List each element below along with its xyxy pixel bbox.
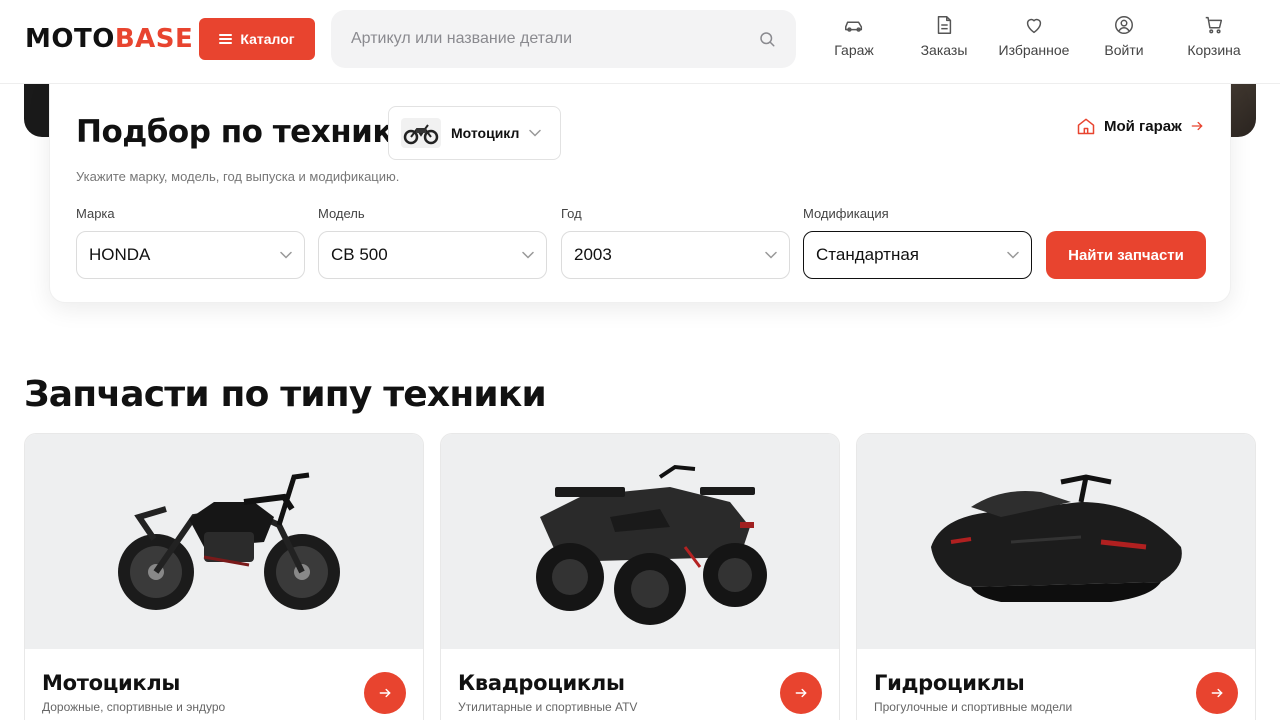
nav-orders-label: Заказы xyxy=(920,42,968,58)
year-value: 2003 xyxy=(574,245,612,264)
motorcycle-image xyxy=(25,434,423,649)
nav-cart-label: Корзина xyxy=(1187,42,1241,58)
nav-favorites[interactable]: Избранное xyxy=(989,14,1079,58)
nav-garage-label: Гараж xyxy=(834,42,874,58)
modification-select[interactable]: Стандартная xyxy=(803,231,1032,279)
vehicle-picker: Подбор по технике Мотоцикл Мой гараж Ука… xyxy=(49,84,1231,303)
chevron-down-icon xyxy=(280,251,292,259)
card-title: Квадроциклы xyxy=(458,671,625,695)
vehicle-type-label: Мотоцикл xyxy=(451,125,520,141)
year-select[interactable]: 2003 xyxy=(561,231,790,279)
arrow-right-icon xyxy=(1191,121,1203,131)
modification-value: Стандартная xyxy=(816,245,920,264)
year-label: Год xyxy=(561,206,582,221)
site-header: MOTOBASE Каталог Гараж Заказы Избранное … xyxy=(0,0,1280,84)
nav-cart[interactable]: Корзина xyxy=(1169,14,1259,58)
my-garage-label: Мой гараж xyxy=(1104,117,1182,135)
menu-icon xyxy=(219,34,233,44)
atv-image xyxy=(441,434,839,649)
nav-favorites-label: Избранное xyxy=(998,42,1070,58)
cart-icon xyxy=(1205,16,1223,34)
search-icon[interactable] xyxy=(758,30,776,48)
brand-select[interactable]: HONDA xyxy=(76,231,305,279)
category-card-jetskis[interactable]: Гидроциклы Прогулочные и спортивные моде… xyxy=(856,433,1256,720)
card-subtitle: Утилитарные и спортивные ATV xyxy=(458,700,638,714)
model-value: CB 500 xyxy=(331,245,388,264)
vehicle-type-select[interactable]: Мотоцикл xyxy=(388,106,561,160)
card-subtitle: Дорожные, спортивные и эндуро xyxy=(42,700,226,714)
nav-login-label: Войти xyxy=(1104,42,1144,58)
heart-icon xyxy=(1026,18,1042,34)
nav-login[interactable]: Войти xyxy=(1079,14,1169,58)
user-icon xyxy=(1115,16,1133,34)
category-card-motorcycles[interactable]: Мотоциклы Дорожные, спортивные и эндуро xyxy=(24,433,424,720)
car-icon xyxy=(845,21,863,32)
logo-moto: MOTO xyxy=(25,24,115,54)
my-garage-link[interactable]: Мой гараж xyxy=(1076,116,1204,136)
brand-value: HONDA xyxy=(89,245,151,264)
chevron-down-icon xyxy=(522,251,534,259)
card-arrow-button[interactable] xyxy=(780,672,822,714)
arrow-right-icon xyxy=(1211,688,1223,698)
jetski-image xyxy=(857,434,1255,649)
arrow-right-icon xyxy=(379,688,391,698)
model-select[interactable]: CB 500 xyxy=(318,231,547,279)
nav-orders[interactable]: Заказы xyxy=(899,14,989,58)
card-subtitle: Прогулочные и спортивные модели xyxy=(874,700,1073,714)
search-bar xyxy=(331,10,796,68)
motorcycle-icon xyxy=(401,118,441,148)
picker-title: Подбор по технике xyxy=(76,114,414,150)
search-input[interactable] xyxy=(351,30,758,48)
document-icon xyxy=(937,16,952,34)
brand-label: Марка xyxy=(76,206,115,221)
catalog-label: Каталог xyxy=(240,31,295,47)
chevron-down-icon xyxy=(529,129,542,137)
model-label: Модель xyxy=(318,206,365,221)
chevron-down-icon xyxy=(765,251,777,259)
card-arrow-button[interactable] xyxy=(364,672,406,714)
card-arrow-button[interactable] xyxy=(1196,672,1238,714)
modification-label: Модификация xyxy=(803,206,889,221)
arrow-right-icon xyxy=(795,688,807,698)
category-card-atvs[interactable]: Квадроциклы Утилитарные и спортивные ATV xyxy=(440,433,840,720)
nav-garage[interactable]: Гараж xyxy=(809,14,899,58)
picker-subtitle: Укажите марку, модель, год выпуска и мод… xyxy=(76,169,400,184)
card-title: Мотоциклы xyxy=(42,671,181,695)
chevron-down-icon xyxy=(1007,251,1019,259)
find-parts-button[interactable]: Найти запчасти xyxy=(1046,231,1206,279)
logo[interactable]: MOTOBASE xyxy=(25,24,193,54)
card-title: Гидроциклы xyxy=(874,671,1025,695)
catalog-button[interactable]: Каталог xyxy=(199,18,315,60)
section-title: Запчасти по типу техники xyxy=(24,374,547,415)
logo-base: BASE xyxy=(114,24,194,54)
home-icon xyxy=(1077,118,1095,135)
